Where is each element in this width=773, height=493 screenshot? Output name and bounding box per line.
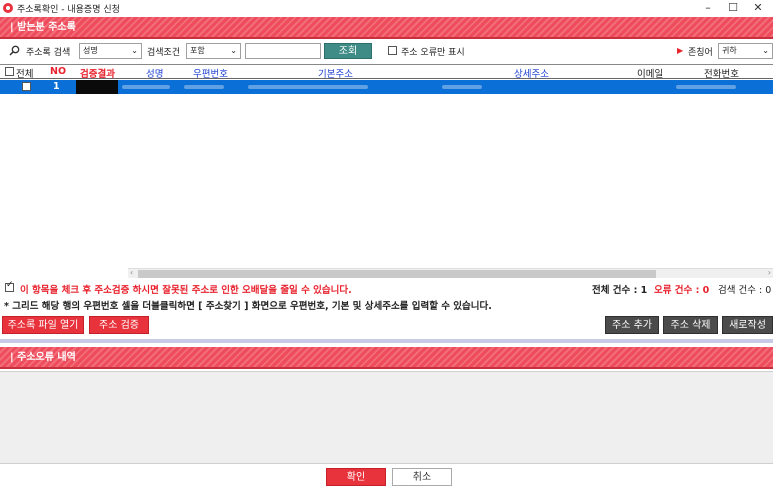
row-detail-address-cell [442, 85, 482, 89]
row-name-cell [122, 85, 170, 89]
grid-header: 전체 NO 검증결과 성명 우편번호 기본주소 상세주소 이메일 전화번호 [0, 65, 773, 80]
error-section-header: | 주소오류 내역 [0, 347, 773, 369]
window-title: 주소록확인 - 내용증명 신청 [17, 5, 120, 15]
header-email: 이메일 [637, 69, 664, 80]
header-result: 검증결과 [80, 69, 115, 80]
header-base-address: 기본주소 [318, 69, 353, 80]
section-divider [0, 339, 773, 343]
search-button[interactable]: 조회 [324, 43, 372, 59]
cancel-button[interactable]: 취소 [392, 468, 452, 486]
honorific-label: 존칭어 [688, 48, 713, 58]
row-zip-cell [184, 85, 224, 89]
new-button[interactable]: 새로작성 [722, 316, 773, 334]
triangle-right-icon: ▶ [677, 46, 684, 55]
header-no: NO [50, 66, 67, 77]
scroll-left-icon[interactable]: ‹ [130, 268, 133, 277]
grid-hint: * 그리드 해당 행의 우편번호 셀을 더블클릭하면 [ 주소찾기 ] 화면으로… [4, 301, 492, 312]
search-label: 주소록 검색 [26, 48, 71, 58]
close-button[interactable]: ✕ [743, 0, 773, 16]
search-count: 검색 건수 : 0 [718, 285, 772, 296]
search-field-select[interactable]: 성명 ⌄ [79, 43, 142, 59]
header-all: 전체 [16, 69, 34, 80]
error-list-area [0, 371, 773, 464]
open-file-button[interactable]: 주소록 파일 열기 [2, 316, 84, 334]
chevron-down-icon: ⌄ [131, 46, 138, 55]
row-number: 1 [53, 81, 60, 92]
select-all-checkbox[interactable] [5, 67, 14, 76]
check-icon: ✓ [6, 280, 14, 290]
add-address-button[interactable]: 주소 추가 [605, 316, 659, 334]
delete-address-button[interactable]: 주소 삭제 [663, 316, 718, 334]
chevron-down-icon: ⌄ [230, 46, 237, 55]
header-name: 성명 [146, 69, 164, 80]
title-bar: 주소록확인 - 내용증명 신청 – ☐ ✕ [0, 0, 773, 16]
error-only-checkbox[interactable] [388, 46, 397, 55]
search-bar: 주소록 검색 성명 ⌄ 검색조건 포함 ⌄ 조회 주소 오류만 표시 ▶ 존칭어… [0, 41, 773, 61]
address-grid: 전체 NO 검증결과 성명 우편번호 기본주소 상세주소 이메일 전화번호 1 [0, 64, 773, 278]
search-input[interactable] [245, 43, 321, 59]
condition-select[interactable]: 포함 ⌄ [186, 43, 241, 59]
scroll-right-icon[interactable]: › [768, 268, 771, 277]
error-count: 오류 건수 : 0 [654, 285, 710, 296]
verify-button[interactable]: 주소 검증 [89, 316, 149, 334]
chevron-down-icon: ⌄ [762, 46, 769, 55]
honorific-value: 귀하 [722, 46, 737, 55]
app-icon [3, 3, 13, 13]
condition-label: 검색조건 [147, 48, 181, 58]
horizontal-scrollbar[interactable]: ‹ › [128, 268, 773, 278]
row-result-cell [76, 80, 118, 94]
confirm-button[interactable]: 확인 [326, 468, 386, 486]
header-phone: 전화번호 [704, 69, 739, 80]
search-icon [9, 45, 20, 56]
recipients-section-header: | 받는분 주소록 [0, 17, 773, 39]
table-row[interactable]: 1 [0, 80, 773, 94]
total-count: 전체 건수 : 1 [592, 285, 648, 296]
header-detail-address: 상세주소 [514, 69, 549, 80]
row-base-address-cell [248, 85, 368, 89]
honorific-select[interactable]: 귀하 ⌄ [718, 43, 773, 59]
error-only-label: 주소 오류만 표시 [401, 48, 465, 58]
verify-warning-text: 이 항목을 체크 후 주소검증 하시면 잘못된 주소로 인한 오배달을 줄일 수… [20, 285, 352, 296]
scrollbar-thumb[interactable] [138, 270, 656, 278]
row-checkbox[interactable] [22, 82, 31, 91]
header-zip: 우편번호 [193, 69, 228, 80]
row-phone-cell [676, 85, 736, 89]
search-field-value: 성명 [83, 46, 98, 55]
condition-value: 포함 [190, 46, 205, 55]
